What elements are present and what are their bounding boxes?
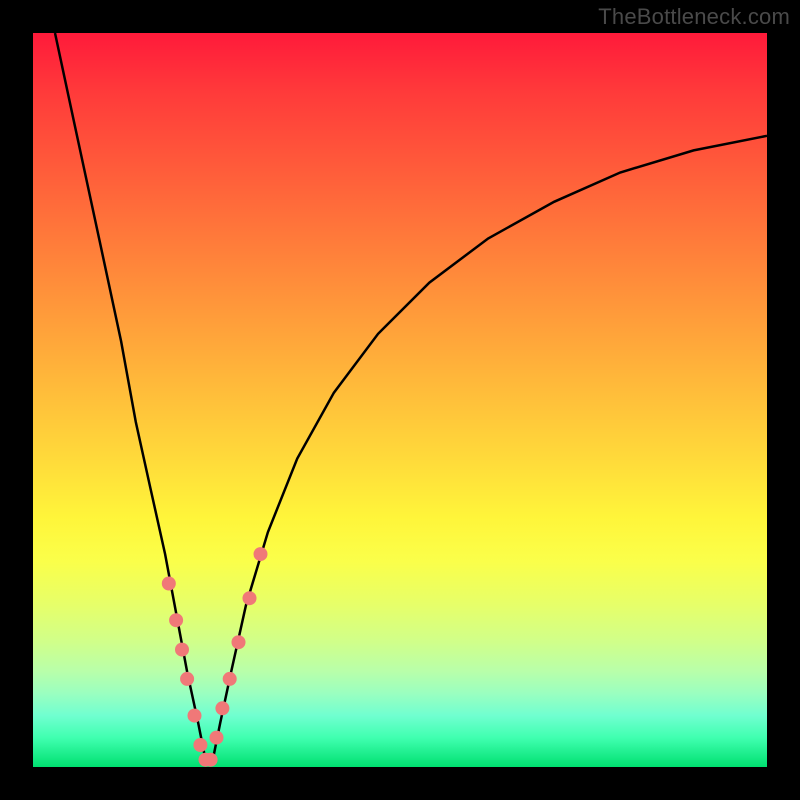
watermark-text: TheBottleneck.com — [598, 4, 790, 30]
sample-point — [193, 738, 207, 752]
chart-frame: TheBottleneck.com — [0, 0, 800, 800]
sample-point — [180, 672, 194, 686]
chart-svg — [0, 0, 800, 800]
sample-point — [204, 753, 218, 767]
bottleneck-curve — [55, 33, 767, 760]
sample-point — [210, 731, 224, 745]
sample-point — [223, 672, 237, 686]
sample-point — [215, 701, 229, 715]
sample-point — [169, 613, 183, 627]
sample-point — [254, 547, 268, 561]
sample-point — [243, 591, 257, 605]
sample-point — [232, 635, 246, 649]
sample-point — [175, 643, 189, 657]
sample-point — [162, 577, 176, 591]
sample-point — [188, 709, 202, 723]
